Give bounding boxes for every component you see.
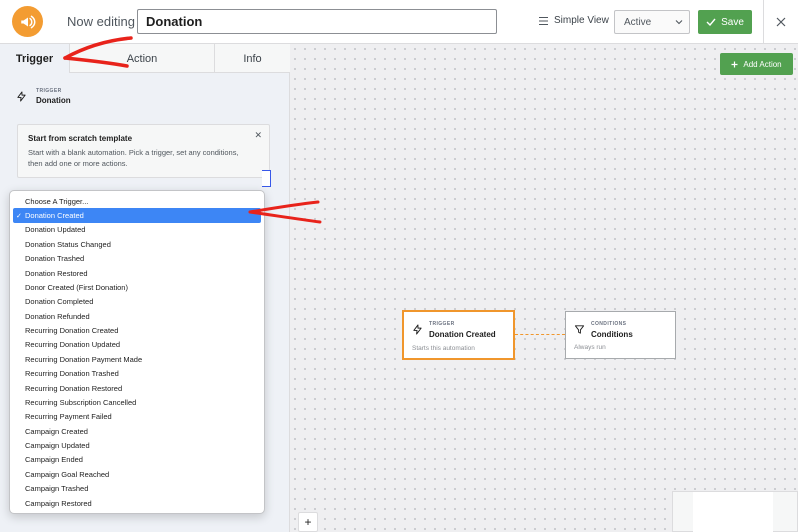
dropdown-option[interactable]: Donation Refunded — [10, 309, 264, 323]
option-label: Donation Status Changed — [25, 239, 111, 249]
template-card: Start from scratch template Start with a… — [17, 124, 270, 178]
trigger-node-title: Donation Created — [429, 330, 496, 339]
trigger-node-label: TRIGGER — [429, 321, 455, 327]
simple-view-label: Simple View — [554, 15, 609, 26]
conditions-node[interactable]: CONDITIONS Conditions Always run — [565, 311, 676, 359]
dropdown-option[interactable]: Donation Trashed — [10, 252, 264, 266]
option-label: Campaign Created — [25, 426, 88, 436]
status-select[interactable]: Active — [614, 10, 690, 34]
add-action-label: Add Action — [743, 59, 782, 69]
option-label: Recurring Donation Created — [25, 326, 119, 336]
template-card-description: Start with a blank automation. Pick a tr… — [28, 148, 239, 168]
dropdown-option[interactable]: Choose A Trigger... — [10, 194, 264, 208]
zoom-in-button[interactable]: + — [298, 512, 318, 532]
megaphone-icon — [20, 14, 36, 29]
dropdown-option[interactable]: Campaign Trashed — [10, 482, 264, 496]
dropdown-option[interactable]: Donation Updated — [10, 223, 264, 237]
dropdown-option[interactable]: Campaign Updated — [10, 438, 264, 452]
chevron-down-icon — [675, 20, 683, 25]
template-card-title: Start from scratch template — [28, 134, 133, 143]
sidebar-tabs: Trigger Action Info — [0, 44, 290, 73]
dropdown-option[interactable]: Recurring Donation Updated — [10, 338, 264, 352]
option-label: Recurring Donation Payment Made — [25, 354, 143, 364]
option-label: Campaign Trashed — [25, 484, 89, 494]
dropdown-option[interactable]: Donor Created (First Donation) — [10, 280, 264, 294]
close-button[interactable] — [763, 0, 798, 44]
option-label: Choose A Trigger... — [25, 196, 89, 206]
workflow-canvas[interactable] — [290, 44, 798, 532]
conditions-node-label: CONDITIONS — [591, 321, 627, 327]
option-label: Campaign Updated — [25, 441, 90, 451]
top-header: Now editing Simple View Active Save — [0, 0, 798, 44]
dropdown-option[interactable]: Recurring Subscription Cancelled — [10, 395, 264, 409]
now-editing-label: Now editing — [67, 14, 135, 29]
close-icon — [776, 17, 786, 27]
add-action-button[interactable]: Add Action — [720, 53, 793, 75]
dropdown-option[interactable]: Donation Status Changed — [10, 237, 264, 251]
trigger-select-edge[interactable] — [262, 170, 271, 187]
option-label: Campaign Restored — [25, 498, 92, 508]
tab-trigger[interactable]: Trigger — [0, 44, 70, 73]
dropdown-option-selected[interactable]: ✓ Donation Created — [13, 208, 261, 223]
close-icon[interactable]: ✕ — [254, 130, 262, 141]
dropdown-option[interactable]: Recurring Payment Failed — [10, 410, 264, 424]
check-icon — [706, 18, 716, 26]
option-label: Donation Completed — [25, 297, 94, 307]
dropdown-option[interactable]: Campaign Restored — [10, 496, 264, 510]
option-label: Recurring Subscription Cancelled — [25, 397, 137, 407]
trigger-summary[interactable]: TRIGGER Donation — [16, 88, 71, 105]
brand-logo[interactable] — [12, 6, 43, 37]
trigger-summary-label: TRIGGER — [36, 88, 62, 94]
dropdown-option[interactable]: Campaign Ended — [10, 453, 264, 467]
canvas-minimap[interactable] — [672, 491, 798, 532]
minimap-viewport[interactable] — [693, 492, 773, 532]
menu-lines-icon — [539, 16, 548, 25]
option-label: Donation Trashed — [25, 254, 85, 264]
trigger-summary-value: Donation — [36, 96, 71, 105]
dropdown-option[interactable]: Recurring Donation Trashed — [10, 367, 264, 381]
option-label: Recurring Donation Restored — [25, 383, 123, 393]
simple-view-toggle[interactable]: Simple View — [539, 15, 609, 26]
automation-name-input[interactable] — [137, 9, 497, 34]
tab-info[interactable]: Info — [215, 44, 290, 73]
tab-action[interactable]: Action — [70, 44, 215, 73]
trigger-node[interactable]: TRIGGER Donation Created Starts this aut… — [402, 310, 515, 360]
trigger-dropdown-list[interactable]: Choose A Trigger... ✓ Donation Created Do… — [9, 190, 265, 514]
option-label: Donation Restored — [25, 268, 88, 278]
option-label: Recurring Donation Updated — [25, 340, 121, 350]
option-label: Donation Created — [25, 211, 84, 221]
option-label: Donation Updated — [25, 225, 86, 235]
save-button[interactable]: Save — [698, 10, 752, 34]
dropdown-option[interactable]: Campaign Created — [10, 424, 264, 438]
dropdown-option[interactable]: Donation Completed — [10, 295, 264, 309]
option-label: Donor Created (First Donation) — [25, 282, 128, 292]
conditions-node-title: Conditions — [591, 330, 633, 339]
dropdown-option[interactable]: Campaign Goal Reached — [10, 467, 264, 481]
bolt-icon — [17, 91, 26, 102]
dropdown-option[interactable]: Recurring Donation Payment Made — [10, 352, 264, 366]
save-label: Save — [721, 16, 744, 28]
trigger-node-subtitle: Starts this automation — [412, 345, 475, 352]
conditions-node-subtitle: Always run — [574, 344, 606, 351]
option-label: Recurring Donation Trashed — [25, 369, 119, 379]
option-label: Recurring Payment Failed — [25, 412, 112, 422]
dropdown-option[interactable]: Recurring Donation Restored — [10, 381, 264, 395]
plus-icon — [731, 61, 738, 67]
check-icon: ✓ — [16, 212, 22, 220]
bolt-icon — [413, 324, 422, 335]
dropdown-option[interactable]: Donation Restored — [10, 266, 264, 280]
option-label: Donation Refunded — [25, 311, 90, 321]
option-label: Campaign Ended — [25, 455, 83, 465]
dropdown-option[interactable]: Recurring Donation Created — [10, 323, 264, 337]
status-value: Active — [624, 17, 652, 28]
node-connector — [515, 334, 565, 335]
funnel-icon — [574, 325, 585, 334]
option-label: Campaign Goal Reached — [25, 469, 110, 479]
